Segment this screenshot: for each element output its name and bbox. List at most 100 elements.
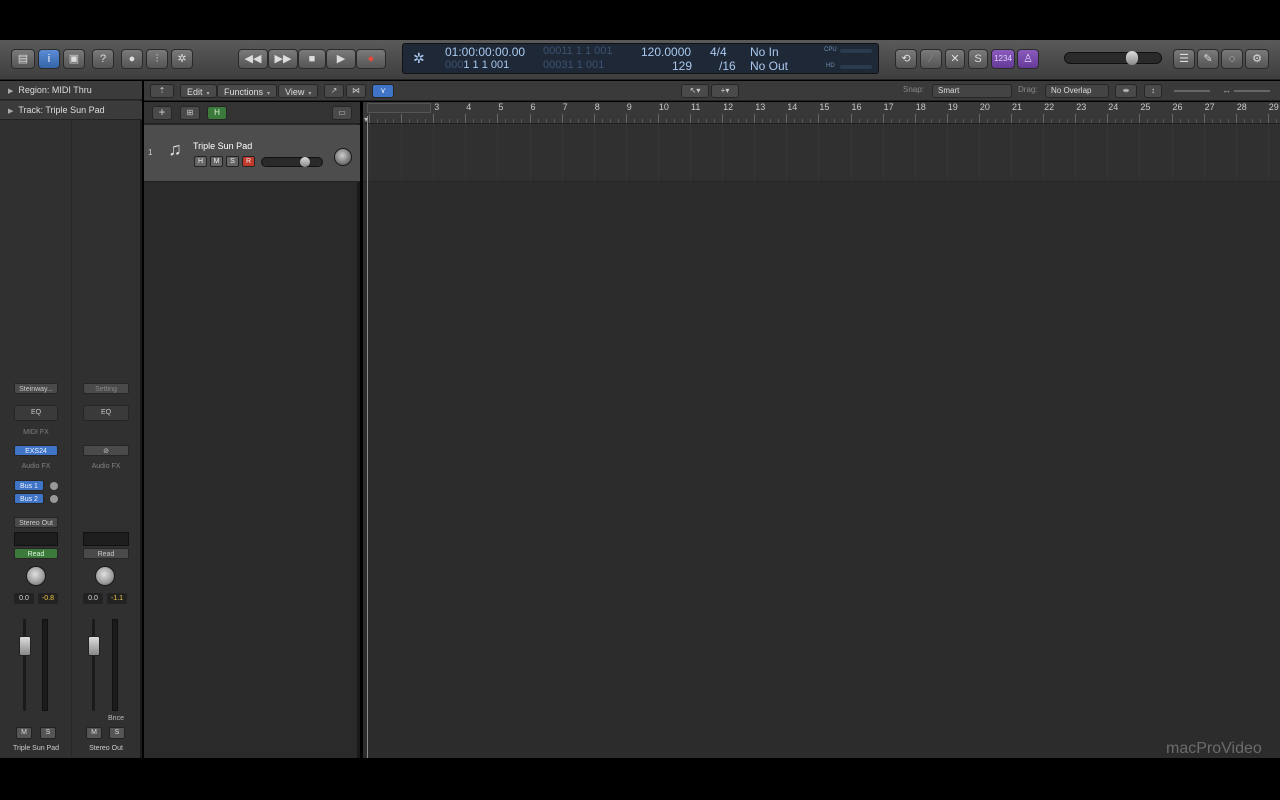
functions-menu[interactable]: Functions ▾ — [217, 84, 278, 98]
play-icon[interactable]: ▶ — [326, 49, 356, 69]
record-icon[interactable]: ● — [356, 49, 386, 69]
volume-fader-track[interactable] — [23, 619, 26, 711]
library-icon[interactable]: ▤ — [11, 49, 35, 69]
peak-value[interactable]: -1.1 — [107, 593, 127, 604]
master-volume-knob[interactable] — [1126, 51, 1138, 65]
eq-display[interactable]: EQ — [83, 405, 129, 421]
instrument-slot[interactable]: EXS24 — [14, 445, 58, 456]
note-pad-icon[interactable]: ✎ — [1197, 49, 1219, 69]
track-pan-knob[interactable] — [334, 148, 352, 166]
playhead[interactable] — [367, 116, 368, 758]
quick-help-icon[interactable]: ? — [92, 49, 114, 69]
grid-line — [722, 124, 724, 181]
solo-mode-icon[interactable]: S — [968, 49, 988, 69]
region-inspector-header[interactable]: ▶ Region: MIDI Thru — [0, 81, 142, 100]
automation-mode-button[interactable]: Read — [14, 548, 58, 559]
lcd-division[interactable]: /16 — [719, 59, 736, 73]
master-volume-slider[interactable] — [1064, 51, 1162, 65]
grid-line — [497, 124, 499, 181]
loop-browser-icon[interactable]: ● — [121, 49, 143, 69]
track-options-icon[interactable]: ▭ — [332, 106, 352, 120]
pointer-tool-icon[interactable]: ↖▾ — [681, 84, 709, 98]
peak-value[interactable]: -0.8 — [38, 593, 58, 604]
volume-fader-cap[interactable] — [19, 636, 31, 656]
new-folder-icon[interactable]: ⊞ — [180, 106, 200, 120]
mixer-icon[interactable]: ⫶ — [146, 49, 168, 69]
up-arrow-icon[interactable]: ⇡ — [150, 84, 174, 98]
lcd-tempo[interactable]: 120.0000 — [641, 45, 691, 59]
pan-knob[interactable] — [95, 566, 115, 586]
group-slot[interactable] — [83, 532, 129, 546]
volume-fader-track[interactable] — [92, 619, 95, 711]
volume-fader-cap[interactable] — [88, 636, 100, 656]
setting-button[interactable]: Setting — [83, 383, 129, 394]
midi-thru-icon[interactable]: ⋎ — [372, 84, 394, 98]
vertical-zoom-slider[interactable] — [1174, 90, 1210, 92]
eq-display[interactable]: EQ — [14, 405, 58, 421]
mute-button[interactable]: M — [86, 727, 102, 739]
playhead-marker-icon[interactable]: ▾ — [364, 115, 368, 124]
smart-controls-icon[interactable]: ✲ — [171, 49, 193, 69]
bounce-button[interactable]: Bnce — [104, 715, 128, 722]
track-volume-knob[interactable] — [300, 157, 310, 167]
metronome-icon[interactable]: ♙ — [1017, 49, 1039, 69]
drag-dropdown[interactable]: No Overlap — [1045, 84, 1109, 98]
tuner-icon[interactable]: ⁄ — [920, 49, 942, 69]
view-menu[interactable]: View ▾ — [278, 84, 319, 98]
midi-fx-label[interactable]: MIDI FX — [14, 429, 58, 436]
send1-level-knob[interactable] — [50, 482, 58, 490]
lcd-display[interactable]: ✲ 01:00:00:00.00 0001 1 1 001 00011 1 1 … — [402, 43, 879, 74]
loop-browser-right-icon[interactable]: ◌ — [1221, 49, 1243, 69]
mute-button[interactable]: M — [16, 727, 32, 739]
record-enable-button[interactable]: R — [242, 156, 255, 167]
count-in-button[interactable]: 1234 — [991, 49, 1015, 69]
send-bus2[interactable]: Bus 2 — [14, 493, 44, 504]
vertical-zoom-icon[interactable]: ↕ — [1144, 84, 1162, 98]
hide-tracks-button[interactable]: H — [207, 106, 227, 120]
volume-value[interactable]: 0.0 — [83, 593, 103, 604]
edit-menu[interactable]: Edit ▾ — [180, 84, 217, 98]
output-slot[interactable]: Stereo Out — [14, 517, 58, 528]
solo-button[interactable]: S — [109, 727, 125, 739]
piano-icon[interactable]: ♫ — [164, 139, 186, 161]
group-slot[interactable] — [14, 532, 58, 546]
secondary-tool-icon[interactable]: +▾ — [711, 84, 739, 98]
catch-icon[interactable]: ↗ — [324, 84, 344, 98]
arrange-area[interactable]: 1234567891011121314151617181920212223242… — [363, 102, 1280, 758]
track-volume-slider[interactable] — [261, 157, 323, 167]
audio-fx-label[interactable]: Audio FX — [83, 463, 129, 470]
horizontal-zoom-slider[interactable] — [1234, 90, 1270, 92]
add-track-icon[interactable]: + — [152, 106, 172, 120]
track-header[interactable]: 1 ♫ Triple Sun Pad H M S R — [144, 125, 360, 182]
inspector-icon[interactable]: i — [38, 49, 60, 69]
rewind-icon[interactable]: ◀◀ — [238, 49, 268, 69]
track-inspector-header[interactable]: ▶ Track: Triple Sun Pad — [0, 101, 142, 120]
solo-button[interactable]: S — [40, 727, 56, 739]
lcd-settings-icon[interactable]: ✲ — [413, 50, 425, 67]
lcd-position-top: 00011 1 1 001 — [543, 45, 613, 57]
mute-button[interactable]: M — [210, 156, 223, 167]
stop-icon[interactable]: ■ — [298, 49, 326, 69]
cycle-area[interactable] — [367, 103, 431, 113]
lcd-time-signature[interactable]: 4/4 — [710, 45, 727, 59]
send2-level-knob[interactable] — [50, 495, 58, 503]
link-icon[interactable]: ⋈ — [346, 84, 366, 98]
snap-dropdown[interactable]: Smart — [932, 84, 1012, 98]
track-name[interactable]: Triple Sun Pad — [193, 141, 252, 151]
automation-mode-button[interactable]: Read — [83, 548, 129, 559]
volume-value[interactable]: 0.0 — [14, 593, 34, 604]
browser-icon[interactable]: ⚙ — [1245, 49, 1269, 69]
pan-knob[interactable] — [26, 566, 46, 586]
fast-forward-icon[interactable]: ▶▶ — [268, 49, 298, 69]
replace-icon[interactable]: ✕ — [945, 49, 965, 69]
waveform-zoom-icon[interactable]: ⇼ — [1115, 84, 1137, 98]
cycle-icon[interactable]: ⟲ — [895, 49, 917, 69]
hide-button[interactable]: H — [194, 156, 207, 167]
audio-fx-label[interactable]: Audio FX — [14, 463, 58, 470]
link-icon[interactable]: ⊘ — [83, 445, 129, 456]
toolbar-icon[interactable]: ▣ — [63, 49, 85, 69]
list-editors-icon[interactable]: ☰ — [1173, 49, 1195, 69]
send-bus1[interactable]: Bus 1 — [14, 480, 44, 491]
solo-button[interactable]: S — [226, 156, 239, 167]
setting-button[interactable]: Steinway... — [14, 383, 58, 394]
